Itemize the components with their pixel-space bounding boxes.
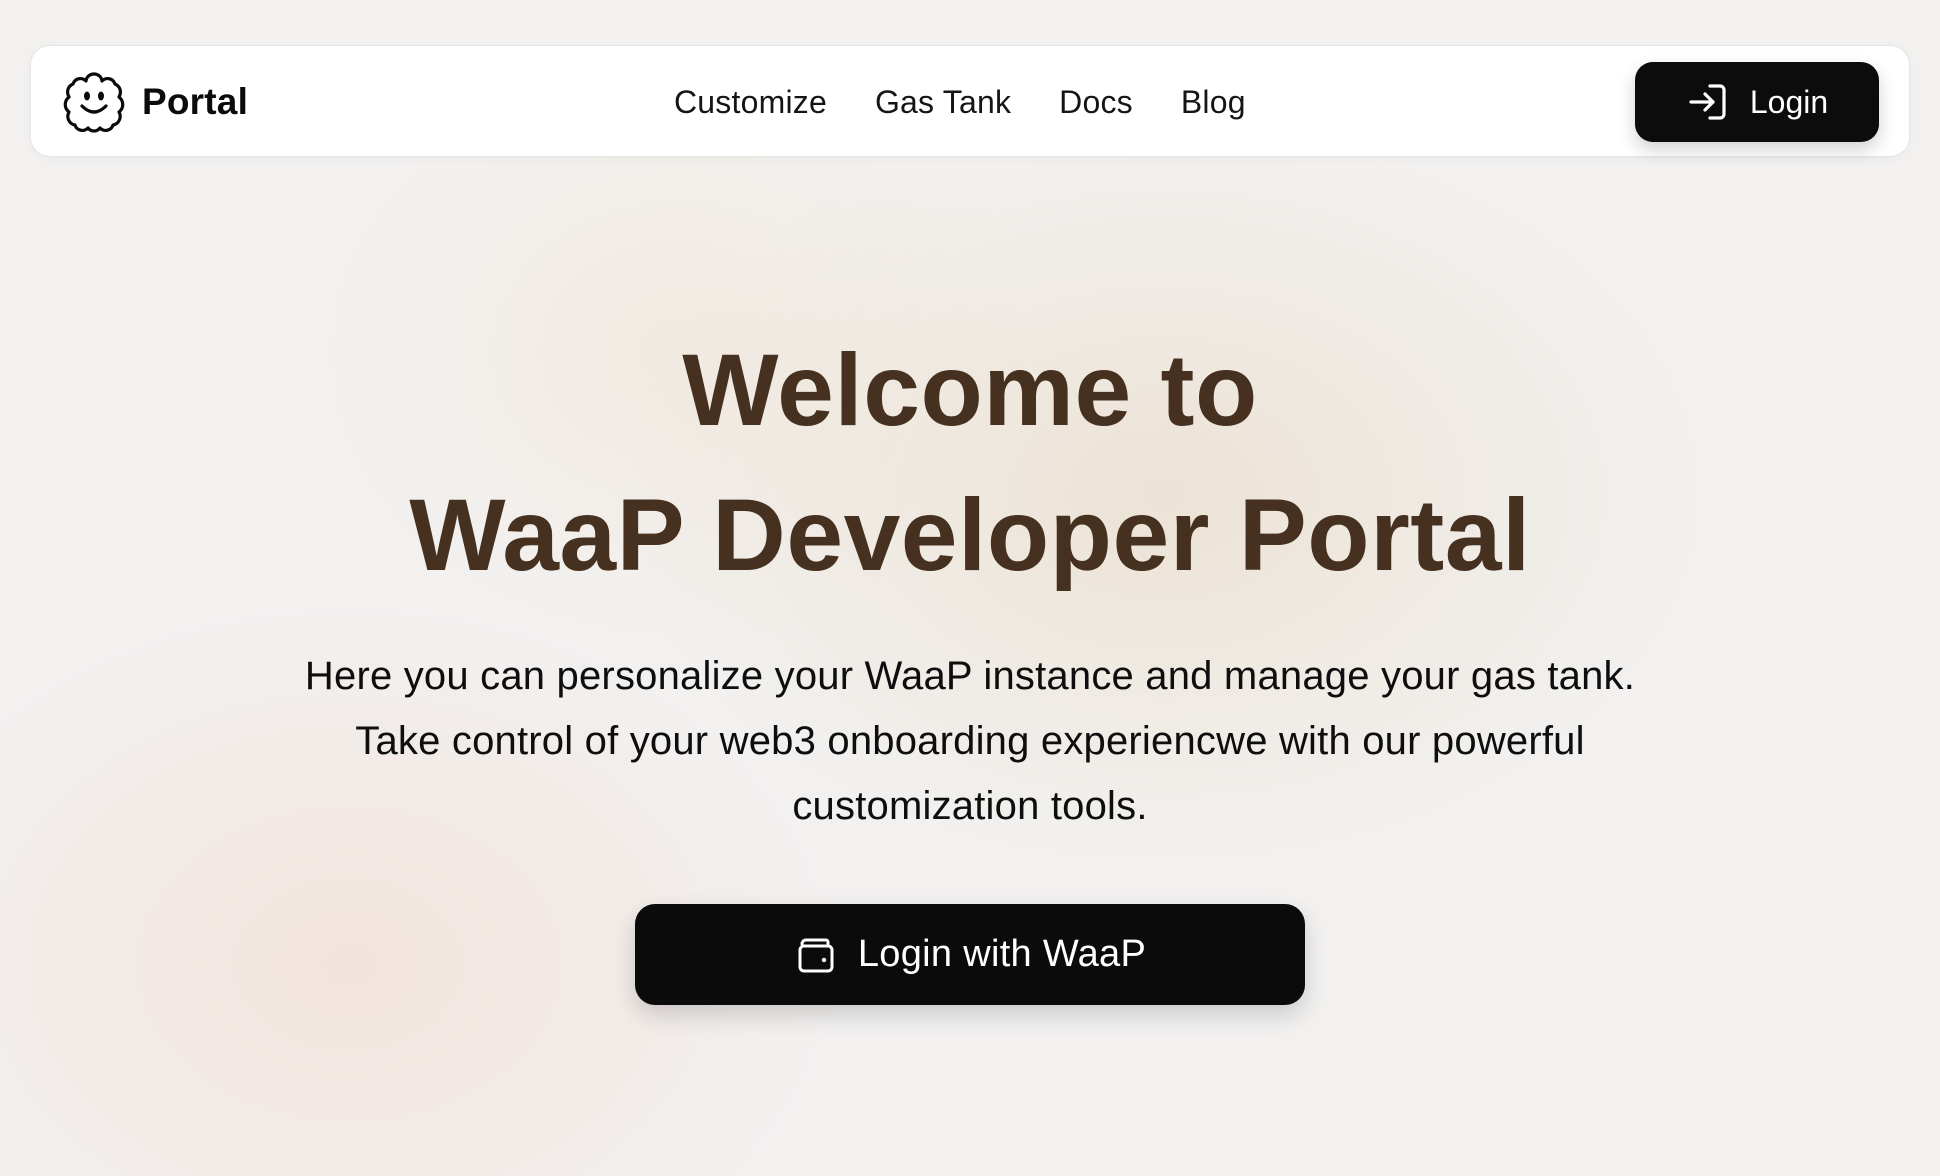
nav-link-gas-tank[interactable]: Gas Tank (875, 84, 1011, 121)
brand-name: Portal (142, 81, 249, 122)
hero-title: Welcome to WaaP Developer Portal (0, 318, 1940, 608)
login-with-waap-button[interactable]: Login with WaaP (635, 904, 1305, 1005)
top-navbar: Portal Customize Gas Tank Docs Blog Logi… (30, 45, 1910, 157)
main-nav: Customize Gas Tank Docs Blog (674, 46, 1246, 158)
wallet-icon (798, 938, 834, 972)
hero-description: Here you can personalize your WaaP insta… (304, 654, 1636, 828)
brand[interactable]: Portal (61, 70, 248, 134)
smiling-cloud-icon (63, 72, 125, 133)
login-arrow-icon (1689, 84, 1726, 120)
hero-title-line-2: WaaP Developer Portal (409, 478, 1531, 592)
login-button[interactable]: Login (1635, 62, 1879, 142)
cta-button-label: Login with WaaP (857, 933, 1147, 975)
login-button-label: Login (1749, 83, 1829, 120)
hero-title-line-1: Welcome to (682, 333, 1258, 447)
nav-link-blog[interactable]: Blog (1181, 84, 1246, 121)
nav-link-customize[interactable]: Customize (674, 84, 827, 121)
nav-link-docs[interactable]: Docs (1059, 84, 1133, 121)
